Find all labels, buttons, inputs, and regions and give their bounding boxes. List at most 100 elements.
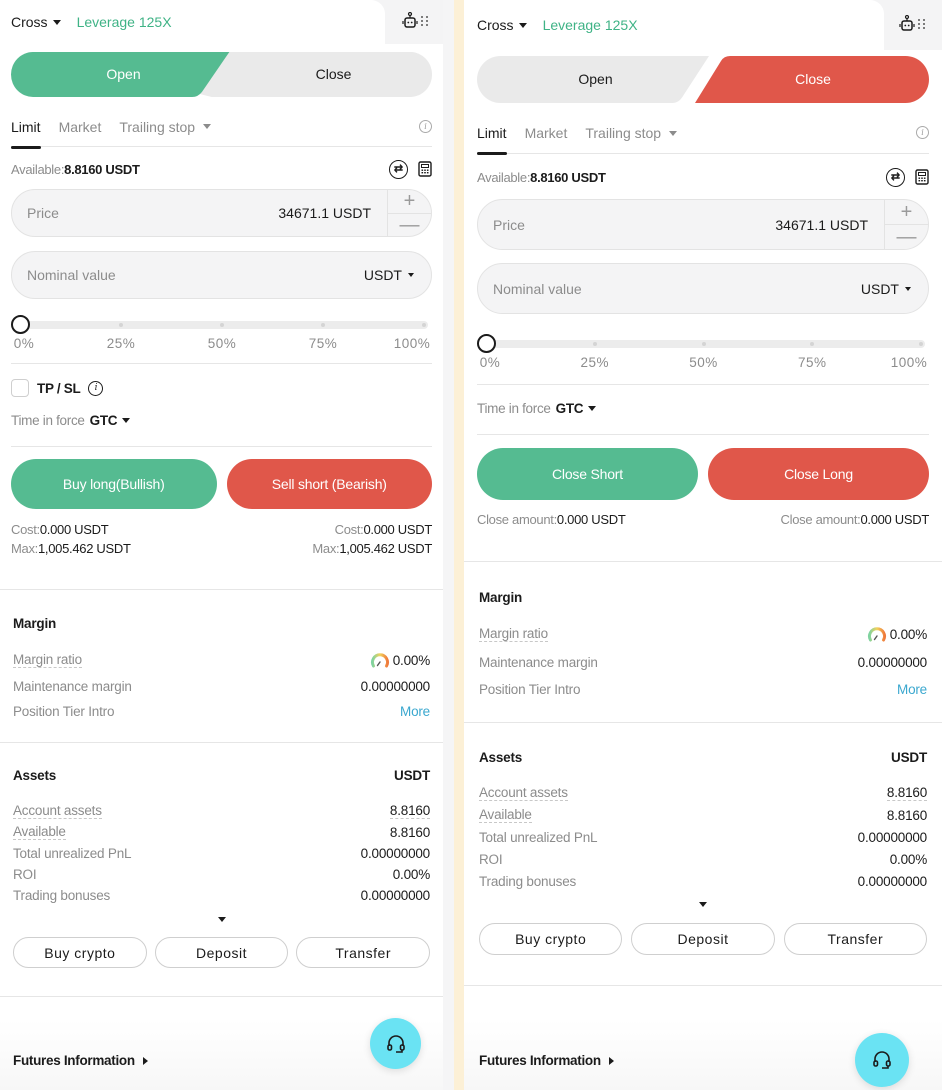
calculator-icon[interactable] (418, 161, 432, 177)
decrement-button[interactable]: — (885, 225, 928, 249)
drag-handle-icon[interactable] (918, 19, 926, 29)
buy-crypto-button[interactable]: Buy crypto (13, 937, 147, 968)
tab-market[interactable]: Market (59, 119, 102, 135)
expand-toggle[interactable] (13, 917, 430, 922)
leverage-button[interactable]: Leverage 125X (543, 17, 638, 33)
close-amount-summary: Close amount:0.000 USDT Close amount:0.0… (477, 512, 929, 527)
tpsl-toggle: TP / SL i (11, 378, 432, 398)
caret-down-icon (408, 273, 414, 277)
slider-step-dot[interactable] (321, 323, 325, 327)
slider-tick-label: 0% (13, 336, 35, 351)
sell-short-button[interactable]: Sell short (Bearish) (226, 459, 432, 509)
tab-market[interactable]: Market (525, 125, 568, 141)
transfer-button[interactable]: Transfer (296, 937, 431, 968)
divider (11, 446, 432, 447)
slider-step-dot[interactable] (422, 323, 426, 327)
robot-icon[interactable] (899, 15, 915, 33)
panel-header: Cross Leverage 125X (464, 0, 942, 50)
slider-thumb[interactable] (11, 315, 30, 334)
increment-button[interactable]: + (885, 200, 928, 225)
time-in-force-select[interactable]: Time in force GTC (11, 410, 432, 430)
panel-divider (454, 0, 464, 1090)
section-divider (464, 722, 942, 723)
margin-ratio-row: Margin ratio 0.00% (13, 652, 430, 668)
swap-arrows-icon[interactable]: ⇄ (886, 167, 905, 187)
info-icon[interactable]: i (419, 120, 432, 133)
close-tab[interactable]: Close (697, 56, 929, 103)
unit-select[interactable]: USDT (861, 281, 928, 297)
panel-gap (443, 0, 454, 1090)
close-short-button[interactable]: Close Short (477, 448, 698, 500)
slider-step-dot[interactable] (701, 342, 706, 346)
tab-trailing-stop[interactable]: Trailing stop (119, 119, 212, 135)
slider-step-dot[interactable] (592, 342, 597, 346)
section-title: Margin (13, 616, 57, 631)
price-input[interactable]: Price 34671.1 USDT + — (11, 189, 432, 237)
support-button[interactable] (370, 1018, 421, 1069)
more-link[interactable]: More (400, 704, 430, 719)
buy-crypto-button[interactable]: Buy crypto (479, 923, 623, 955)
buy-long-button[interactable]: Buy long(Bullish) (11, 459, 217, 509)
margin-section: Margin Margin ratio 0.00% Maintenance ma… (464, 590, 942, 697)
margin-ratio-row: Margin ratio 0.00% (479, 626, 927, 642)
nominal-value-input[interactable]: Nominal value USDT (11, 251, 432, 299)
increment-button[interactable]: + (388, 190, 431, 214)
time-in-force-select[interactable]: Time in force GTC (477, 398, 929, 418)
slider-step-dot[interactable] (919, 342, 923, 346)
asset-row: Available 8.8160 (13, 824, 430, 840)
caret-down-icon (518, 22, 527, 28)
robot-icon[interactable] (402, 12, 418, 30)
calculator-icon[interactable] (915, 169, 929, 185)
panel-header: Cross Leverage 125X (0, 0, 443, 44)
open-tab[interactable]: Open (477, 56, 714, 103)
amount-slider[interactable]: 0% 25% 50% 75% 100% (477, 334, 929, 384)
asset-row: ROI 0.00% (13, 867, 430, 882)
futures-information-toggle[interactable]: Futures Information (13, 1053, 148, 1068)
caret-down-icon (669, 130, 678, 136)
caret-down-icon (699, 902, 707, 907)
futures-information-toggle[interactable]: Futures Information (479, 1053, 614, 1068)
tab-trailing-stop[interactable]: Trailing stop (585, 125, 678, 141)
expand-toggle[interactable] (479, 902, 927, 907)
amount-slider[interactable]: 0% 25% 50% 75% 100% (11, 315, 432, 363)
drag-handle-icon[interactable] (421, 16, 429, 26)
slider-step-dot[interactable] (119, 323, 123, 327)
decrement-button[interactable]: — (388, 214, 431, 237)
deposit-button[interactable]: Deposit (154, 937, 289, 968)
tpsl-checkbox[interactable] (11, 379, 29, 397)
section-title: Assets USDT (13, 768, 430, 783)
tab-limit[interactable]: Limit (477, 125, 507, 155)
price-stepper: + — (884, 200, 928, 249)
support-button[interactable] (855, 1033, 909, 1087)
unit-select[interactable]: USDT (364, 267, 431, 283)
order-type-tabs: Limit Market Trailing stop i (11, 107, 432, 149)
price-input[interactable]: Price 34671.1 USDT + — (477, 199, 929, 250)
more-link[interactable]: More (897, 682, 927, 697)
slider-tick-label: 100% (890, 355, 928, 370)
headset-icon (386, 1034, 405, 1053)
caret-down-icon (203, 124, 212, 129)
margin-mode-select[interactable]: Cross (477, 17, 527, 33)
assets-section: Assets USDT Account assets 8.8160 Availab… (0, 768, 443, 968)
nominal-value-input[interactable]: Nominal value USDT (477, 263, 929, 314)
slider-tick-label: 75% (308, 336, 338, 351)
order-actions: Buy long(Bullish) Sell short (Bearish) (11, 459, 432, 509)
open-tab[interactable]: Open (11, 52, 236, 97)
asset-row: ROI 0.00% (479, 852, 927, 867)
leverage-button[interactable]: Leverage 125X (77, 14, 172, 30)
info-icon[interactable]: i (88, 380, 104, 396)
slider-tick-label: 25% (106, 336, 136, 351)
slider-step-dot[interactable] (220, 323, 224, 327)
margin-mode-select[interactable]: Cross (11, 14, 61, 30)
caret-down-icon (122, 417, 131, 423)
info-icon[interactable]: i (916, 126, 929, 139)
swap-arrows-icon[interactable]: ⇄ (389, 159, 408, 179)
caret-down-icon (588, 405, 597, 411)
slider-tick-label: 50% (689, 355, 718, 370)
deposit-button[interactable]: Deposit (631, 923, 775, 955)
close-tab[interactable]: Close (226, 52, 441, 97)
slider-thumb[interactable] (477, 334, 496, 353)
transfer-button[interactable]: Transfer (783, 923, 927, 955)
close-long-button[interactable]: Close Long (708, 448, 929, 500)
tab-limit[interactable]: Limit (11, 119, 41, 149)
